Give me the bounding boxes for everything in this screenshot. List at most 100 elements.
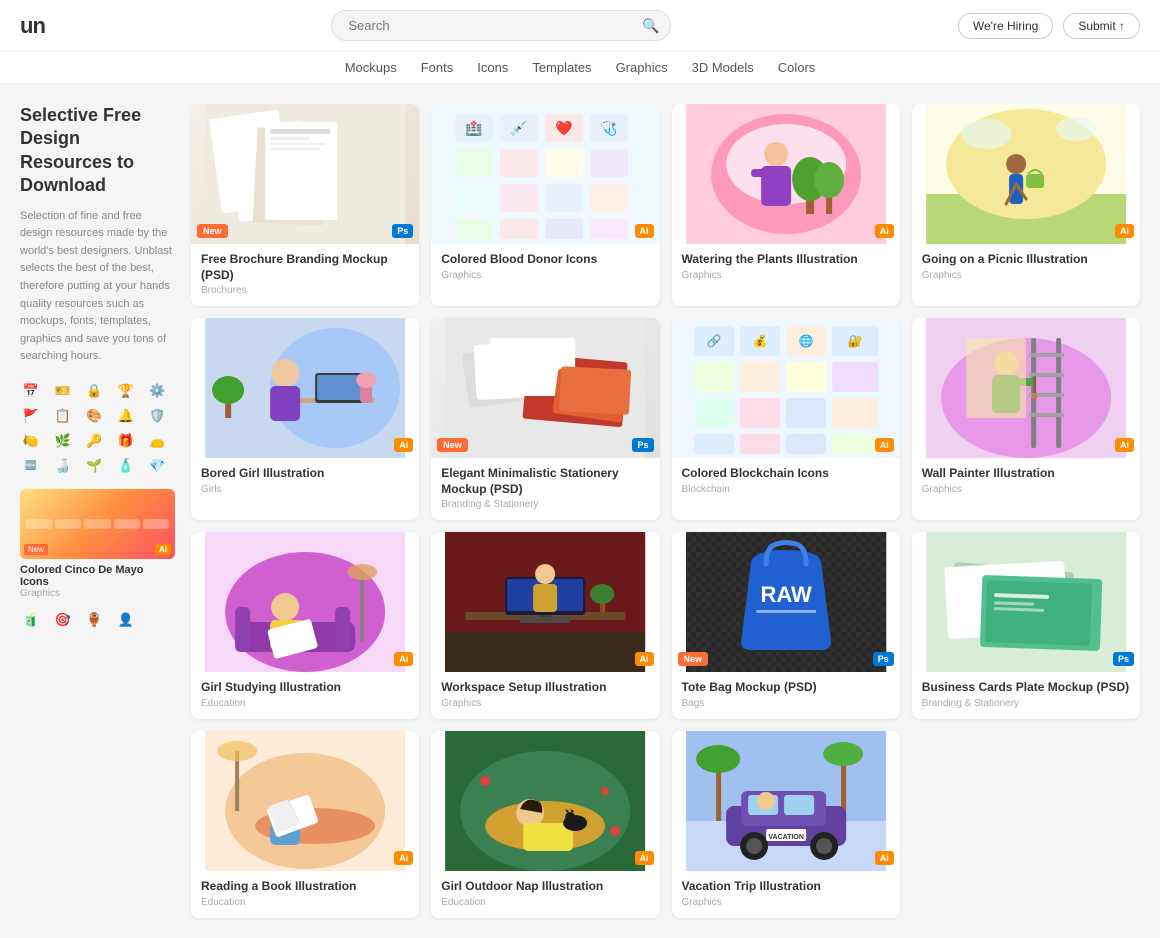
new-badge: New	[678, 652, 709, 666]
nav-mockups[interactable]: Mockups	[345, 60, 397, 75]
icon-cell: 📅	[20, 380, 42, 402]
card-info: Bored Girl Illustration Girls	[191, 458, 419, 505]
type-badge: Ai	[875, 438, 894, 452]
card-category: Girls	[201, 484, 409, 495]
card-info: Watering the Plants Illustration Graphic…	[672, 244, 900, 291]
card-title: Girl Outdoor Nap Illustration	[441, 879, 649, 895]
card-info: Girl Outdoor Nap Illustration Education	[431, 871, 659, 918]
icon-cell: 🛡️	[146, 405, 168, 427]
card-title: Girl Studying Illustration	[201, 680, 409, 696]
card-category: Graphics	[922, 484, 1130, 495]
card-title: Workspace Setup Illustration	[441, 680, 649, 696]
sidebar-description: Selection of fine and free design resour…	[20, 208, 175, 366]
sidebar-heading: Selective Free Design Resources to Downl…	[20, 104, 175, 198]
type-badge: Ai	[394, 438, 413, 452]
svg-text:VACATION: VACATION	[768, 834, 804, 841]
logo[interactable]: un	[20, 13, 45, 39]
card-title: Watering the Plants Illustration	[682, 252, 890, 268]
nav-colors[interactable]: Colors	[778, 60, 816, 75]
icon-cell: 🌿	[52, 430, 74, 452]
sidebar-icon-grid: 📅 🎫 🔒 🏆 ⚙️ 🚩 📋 🎨 🔔 🛡️ 🍋 🌿 🔑 🎁 👝 🆕 🍶 🌱 🧴 …	[20, 380, 175, 477]
card-title: Free Brochure Branding Mockup (PSD)	[201, 252, 409, 283]
icon-cell: 🎁	[115, 430, 137, 452]
icon-cell: ⚙️	[146, 380, 168, 402]
card-info: Workspace Setup Illustration Graphics	[431, 672, 659, 719]
icon-cell: 📋	[52, 405, 74, 427]
icon-cell: 🎯	[52, 609, 74, 631]
card-thumb: Ai	[912, 104, 1140, 244]
card-blockchain[interactable]: 🔗 💰 🌐 🔐 Ai Colored Blockchain Icons Bloc…	[672, 318, 900, 520]
card-free-brochure[interactable]: New Ps Free Brochure Branding Mockup (PS…	[191, 104, 419, 306]
card-bored-girl[interactable]: Ai Bored Girl Illustration Girls	[191, 318, 419, 520]
type-badge: Ai	[394, 851, 413, 865]
card-watering-plants[interactable]: Ai Watering the Plants Illustration Grap…	[672, 104, 900, 306]
search-input[interactable]	[331, 10, 671, 41]
hiring-button[interactable]: We're Hiring	[958, 13, 1053, 39]
search-icon: 🔍	[642, 17, 659, 34]
card-title: Business Cards Plate Mockup (PSD)	[922, 680, 1130, 696]
search-bar: 🔍	[331, 10, 671, 41]
card-thumb: Ps	[912, 532, 1140, 672]
card-wall-painter[interactable]: Ai Wall Painter Illustration Graphics	[912, 318, 1140, 520]
icon-cell: 🍶	[52, 455, 74, 477]
type-badge-ai: Ai	[155, 544, 171, 555]
sidebar-text: Selective Free Design Resources to Downl…	[20, 104, 175, 366]
card-vacation[interactable]: VACATION Ai Vacation Trip Illustration G…	[672, 731, 900, 918]
submit-button[interactable]: Submit ↑	[1063, 13, 1140, 39]
new-badge: New	[437, 438, 468, 452]
svg-text:💰: 💰	[752, 334, 767, 348]
card-thumb: VACATION Ai	[672, 731, 900, 871]
sidebar: Selective Free Design Resources to Downl…	[20, 104, 175, 918]
card-thumb: Ai	[431, 532, 659, 672]
icon-cell: 🆕	[20, 455, 42, 477]
svg-text:🏥: 🏥	[466, 120, 483, 137]
card-thumb: Ai	[912, 318, 1140, 458]
svg-text:🌐: 🌐	[798, 334, 813, 348]
card-thumb: Ai	[672, 104, 900, 244]
type-badge: Ps	[1113, 652, 1134, 666]
type-badge: Ai	[635, 851, 654, 865]
sidebar-bottom-item[interactable]: New Ai Colored Cinco De Mayo Icons Graph…	[20, 489, 175, 599]
card-business-cards[interactable]: Ps Business Cards Plate Mockup (PSD) Bra…	[912, 532, 1140, 719]
card-category: Education	[201, 698, 409, 709]
nav-graphics[interactable]: Graphics	[616, 60, 668, 75]
type-badge: Ai	[394, 652, 413, 666]
card-stationery[interactable]: New Ps Elegant Minimalistic Stationery M…	[431, 318, 659, 520]
icon-cell: 🔒	[83, 380, 105, 402]
icon-cell: 🎨	[83, 405, 105, 427]
icon-cell: 👝	[146, 430, 168, 452]
nav-templates[interactable]: Templates	[532, 60, 591, 75]
card-title: Colored Blockchain Icons	[682, 466, 890, 482]
card-info: Business Cards Plate Mockup (PSD) Brandi…	[912, 672, 1140, 719]
type-badge: Ps	[392, 224, 413, 238]
card-girl-outdoor[interactable]: Ai Girl Outdoor Nap Illustration Educati…	[431, 731, 659, 918]
header: un 🔍 We're Hiring Submit ↑	[0, 0, 1160, 52]
main: Selective Free Design Resources to Downl…	[0, 84, 1160, 938]
card-category: Graphics	[441, 698, 649, 709]
card-title: Elegant Minimalistic Stationery Mockup (…	[441, 466, 649, 497]
card-girl-studying[interactable]: Ai Girl Studying Illustration Education	[191, 532, 419, 719]
svg-text:❤️: ❤️	[556, 120, 574, 136]
card-reading-book[interactable]: Ai Reading a Book Illustration Education	[191, 731, 419, 918]
type-badge: Ai	[1115, 438, 1134, 452]
card-going-picnic[interactable]: Ai Going on a Picnic Illustration Graphi…	[912, 104, 1140, 306]
card-category: Blockchain	[682, 484, 890, 495]
card-blood-donor[interactable]: 🏥 💉 ❤️ 🩺 Ai Colored Blood Donor Icons Gr…	[431, 104, 659, 306]
sidebar-item-category: Graphics	[20, 588, 175, 599]
card-info: Free Brochure Branding Mockup (PSD) Broc…	[191, 244, 419, 306]
card-thumb: Ai	[191, 731, 419, 871]
icon-cell: 🚩	[20, 405, 42, 427]
card-thumb: Ai	[191, 318, 419, 458]
card-category: Brochures	[201, 285, 409, 296]
card-category: Education	[441, 897, 649, 908]
card-tote-bag[interactable]: RAW New Ps Tote Bag Mockup (PSD) Bags	[672, 532, 900, 719]
nav-fonts[interactable]: Fonts	[421, 60, 454, 75]
nav-3dmodels[interactable]: 3D Models	[692, 60, 754, 75]
card-thumb: New Ps	[431, 318, 659, 458]
nav: Mockups Fonts Icons Templates Graphics 3…	[0, 52, 1160, 84]
card-workspace[interactable]: Ai Workspace Setup Illustration Graphics	[431, 532, 659, 719]
card-title: Reading a Book Illustration	[201, 879, 409, 895]
nav-icons[interactable]: Icons	[477, 60, 508, 75]
card-thumb: Ai	[431, 731, 659, 871]
icon-cell: 🎫	[52, 380, 74, 402]
